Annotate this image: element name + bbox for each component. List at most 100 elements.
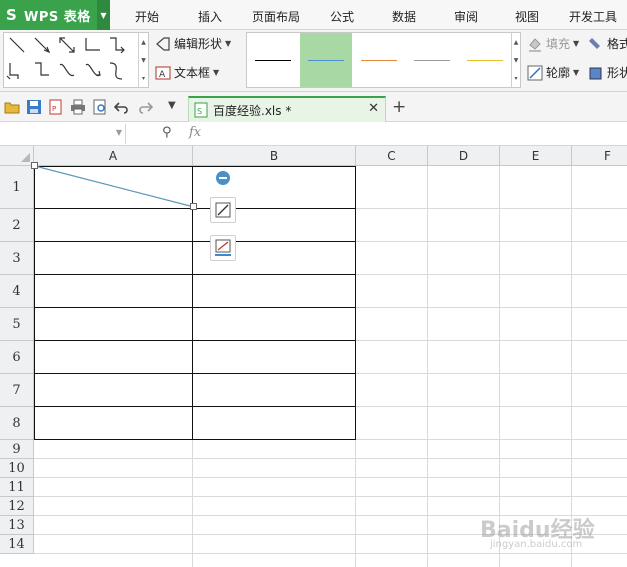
name-box[interactable]: ▼ xyxy=(0,124,126,144)
tab-insert[interactable]: 插入 xyxy=(198,8,222,25)
print-icon[interactable] xyxy=(70,99,86,115)
column-header-e[interactable]: E xyxy=(500,146,572,166)
style-swatch-blue[interactable] xyxy=(300,33,352,87)
gridline xyxy=(427,166,428,567)
document-tab[interactable]: S 百度经验.xls * ✕ xyxy=(188,96,386,122)
tab-review[interactable]: 审阅 xyxy=(454,8,478,25)
app-menu-dropdown-icon[interactable]: ▼ xyxy=(97,0,110,30)
row-header-11[interactable]: 11 xyxy=(0,478,34,497)
tab-start[interactable]: 开始 xyxy=(135,8,159,25)
select-all-corner[interactable] xyxy=(0,146,34,166)
format-painter-label: 格式 xyxy=(607,37,627,51)
insert-function-button[interactable]: fx xyxy=(189,125,201,140)
column-header-c[interactable]: C xyxy=(356,146,428,166)
table-border xyxy=(34,439,356,440)
close-icon[interactable]: ✕ xyxy=(368,101,379,116)
corner-triangle-icon xyxy=(21,153,30,162)
format-painter-button[interactable]: 格式 xyxy=(588,35,627,52)
table-border xyxy=(34,373,356,374)
ribbon: ▲▼▾ 编辑形状▼ A 文本框▼ ▲▼▾ 填充▼ 格式 轮廓▼ xyxy=(0,30,627,92)
table-border xyxy=(34,241,356,242)
edit-shape-label: 编辑形状 xyxy=(174,37,223,51)
row-header-12[interactable]: 12 xyxy=(0,497,34,516)
row-header-6[interactable]: 6 xyxy=(0,341,34,374)
tab-data[interactable]: 数据 xyxy=(392,8,416,25)
app-menu-button[interactable]: S WPS 表格 ▼ xyxy=(0,0,110,30)
row-header-10[interactable]: 10 xyxy=(0,459,34,478)
chevron-down-icon[interactable]: ▼ xyxy=(116,128,122,137)
svg-text:A: A xyxy=(159,70,166,80)
row-header-4[interactable]: 4 xyxy=(0,275,34,308)
row-header-8[interactable]: 8 xyxy=(0,407,34,440)
text-box-button[interactable]: A 文本框 ▼ xyxy=(155,64,219,81)
tab-view[interactable]: 视图 xyxy=(515,8,539,25)
style-swatch-gray[interactable] xyxy=(406,33,458,87)
style-swatch-orange[interactable] xyxy=(353,33,405,87)
column-header-f[interactable]: F xyxy=(572,146,627,166)
shape-style-gallery[interactable]: ▲ ▼ ▾ xyxy=(246,32,521,88)
style-swatch-black[interactable] xyxy=(247,33,299,87)
fill-button[interactable]: 填充 ▼ xyxy=(527,35,579,52)
paint-bucket-icon xyxy=(529,37,541,52)
line-outline-float-button[interactable] xyxy=(210,235,236,261)
tab-formulas[interactable]: 公式 xyxy=(330,8,354,25)
shape-style-float-button[interactable] xyxy=(210,197,236,223)
row-header-7[interactable]: 7 xyxy=(0,374,34,407)
diagonal-line-shape[interactable] xyxy=(30,162,202,214)
table-border xyxy=(34,406,356,407)
column-header-d[interactable]: D xyxy=(428,146,500,166)
gridline xyxy=(192,440,193,567)
text-box-label: 文本框 xyxy=(174,66,211,80)
row-header-3[interactable]: 3 xyxy=(0,242,34,275)
row-header-13[interactable]: 13 xyxy=(0,516,34,535)
gridline xyxy=(34,458,627,459)
row-header-9[interactable]: 9 xyxy=(0,440,34,459)
row-header-2[interactable]: 2 xyxy=(0,209,34,242)
quick-access-toolbar: P ▼ S 百度经验.xls * ✕ + xyxy=(0,92,627,122)
style-swatch-yellow[interactable] xyxy=(459,33,511,87)
gallery-scrollbar[interactable]: ▲ ▼ ▾ xyxy=(138,33,148,87)
edit-shape-icon xyxy=(156,36,170,51)
format-painter-icon xyxy=(589,37,600,49)
shape-effects-icon xyxy=(589,67,602,79)
outline-color-icon xyxy=(215,239,231,256)
row-header-5[interactable]: 5 xyxy=(0,308,34,341)
export-pdf-icon[interactable]: P xyxy=(48,99,64,115)
chevron-down-icon: ▼ xyxy=(573,68,580,77)
row-header-1[interactable]: 1 xyxy=(0,166,34,209)
open-folder-icon[interactable] xyxy=(4,99,20,115)
table-border xyxy=(34,274,356,275)
row-header-14[interactable]: 14 xyxy=(0,535,34,554)
tab-developer-tools[interactable]: 开发工具 xyxy=(569,8,617,25)
chevron-down-icon: ▼ xyxy=(213,68,220,77)
print-preview-icon[interactable] xyxy=(92,99,108,115)
document-tab-name: 百度经验.xls * xyxy=(213,103,292,118)
line-end-handle[interactable] xyxy=(190,203,197,210)
baidu-watermark-url: jingyan.baidu.com xyxy=(490,539,583,550)
formula-bar: ▼ ⚲ fx xyxy=(0,122,627,146)
redo-icon[interactable] xyxy=(137,99,153,115)
zoom-magnifier-icon[interactable]: ⚲ xyxy=(162,125,172,140)
new-tab-plus-icon[interactable]: + xyxy=(392,97,406,117)
shape-effects-button[interactable]: 形状 xyxy=(588,64,627,81)
customize-toolbar-dropdown-icon[interactable]: ▼ xyxy=(168,100,184,116)
column-header-b[interactable]: B xyxy=(193,146,356,166)
menu-bar: S WPS 表格 ▼ 开始 插入 页面布局 公式 数据 审阅 视图 开发工具 xyxy=(0,0,627,30)
table-border xyxy=(34,340,356,341)
gridline xyxy=(34,477,627,478)
svg-text:P: P xyxy=(52,105,56,113)
gridline xyxy=(34,553,627,554)
worksheet-grid[interactable]: A B C D E F 1 2 3 4 5 6 7 8 9 10 11 12 1… xyxy=(0,146,627,567)
chevron-down-icon: ▼ xyxy=(225,39,232,48)
tab-page-layout[interactable]: 页面布局 xyxy=(252,8,300,25)
save-icon[interactable] xyxy=(26,99,42,115)
undo-icon[interactable] xyxy=(114,99,130,115)
style-gallery-scrollbar[interactable]: ▲ ▼ ▾ xyxy=(511,33,520,87)
outline-pen-icon xyxy=(527,65,543,80)
line-shape-gallery[interactable]: ▲ ▼ ▾ xyxy=(3,32,149,88)
line-start-handle[interactable] xyxy=(31,162,38,169)
outline-button[interactable]: 轮廓 ▼ xyxy=(527,64,579,81)
collapse-toolbar-button[interactable] xyxy=(216,171,230,185)
edit-shape-button[interactable]: 编辑形状 ▼ xyxy=(155,35,231,52)
shape-edit-icon xyxy=(215,202,231,218)
